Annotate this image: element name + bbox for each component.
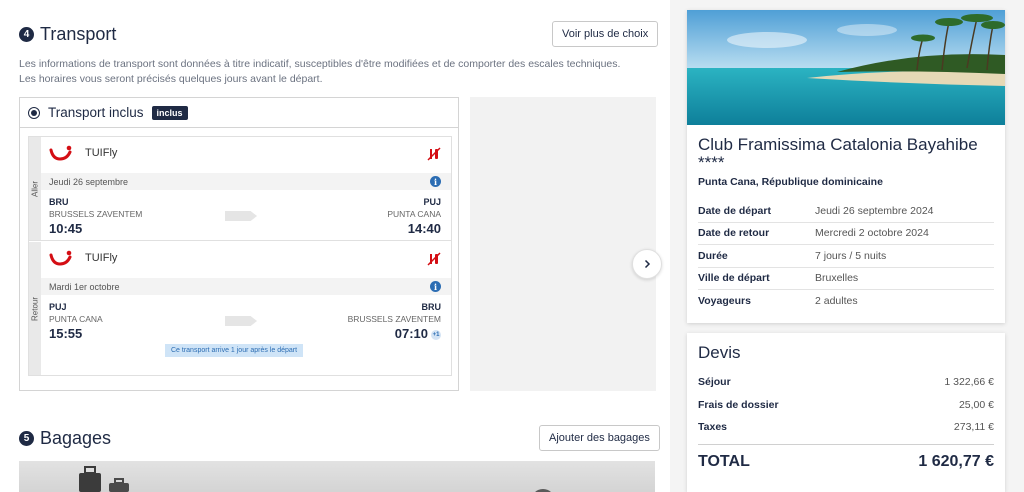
price-row-fees: Frais de dossier 25,00 €: [698, 399, 994, 411]
total-value: 1 620,77 €: [918, 453, 994, 470]
more-choices-button[interactable]: Voir plus de choix: [552, 21, 659, 47]
transport-radio[interactable]: [28, 106, 40, 119]
detail-row-travellers: Voyageurs 2 adultes: [698, 290, 994, 313]
departure-code: PUJ: [49, 302, 67, 312]
departure-city: PUNTA CANA: [49, 314, 103, 324]
detail-row-return-date: Date de retour Mercredi 2 octobre 2024: [698, 223, 994, 245]
price-value: 1 322,66 €: [944, 376, 994, 388]
total-label: TOTAL: [698, 453, 750, 470]
carrier-row: TUIFly: [49, 250, 117, 266]
main-content: 4 Transport Voir plus de choix Les infor…: [0, 0, 670, 492]
flight-legs: Aller TUIFly Jeudi 26 septembre i BRU BR…: [28, 136, 452, 376]
flight-arrow-icon: [225, 211, 257, 221]
no-meal-icon: [427, 252, 441, 266]
alternative-transport-placeholder: [470, 97, 656, 391]
departure-time: 10:45: [49, 221, 83, 236]
transport-option-card[interactable]: Transport inclus inclus Aller TUIFly Jeu…: [19, 97, 459, 391]
step-number-badge: 4: [19, 27, 34, 42]
carousel-next-button[interactable]: [632, 249, 662, 279]
total-row: TOTAL 1 620,77 €: [698, 453, 994, 471]
add-baggage-button[interactable]: Ajouter des bagages: [539, 425, 660, 451]
price-row-taxes: Taxes 273,11 €: [698, 421, 994, 433]
detail-value: 2 adultes: [815, 295, 858, 308]
bagages-title: Bagages: [40, 428, 112, 448]
price-row-stay: Séjour 1 322,66 €: [698, 376, 994, 388]
departure-code: BRU: [49, 197, 69, 207]
detail-row-departure-date: Date de départ Jeudi 26 septembre 2024: [698, 200, 994, 223]
arrival-city: BRUSSELS ZAVENTEM: [347, 314, 441, 324]
quote-title: Devis: [698, 343, 741, 362]
tui-logo-icon: [49, 250, 72, 266]
beach-photo-image: [687, 10, 1005, 125]
transport-section-title: 4 Transport: [19, 24, 116, 45]
chevron-right-icon: [644, 259, 651, 269]
outbound-side-label: Aller: [29, 137, 41, 240]
detail-value: Jeudi 26 septembre 2024: [815, 204, 934, 217]
return-date: Mardi 1er octobre: [41, 278, 451, 295]
hotel-photo: [687, 10, 1005, 125]
carrier-row: TUIFly: [49, 145, 117, 161]
arrival-code: BRU: [421, 302, 442, 312]
detail-row-duration: Durée 7 jours / 5 nuits: [698, 245, 994, 268]
transport-option-header[interactable]: Transport inclus inclus: [20, 98, 458, 128]
detail-value: Bruxelles: [815, 272, 859, 285]
outbound-leg: Aller TUIFly Jeudi 26 septembre i BRU BR…: [29, 137, 451, 241]
arrival-notice: Ce transport arrive 1 jour après le dépa…: [165, 344, 304, 357]
arrival-time: 07:10 +1: [394, 326, 441, 341]
return-leg: Retour TUIFly Mardi 1er octobre i PUJ PU…: [29, 242, 451, 375]
info-icon[interactable]: i: [430, 176, 441, 187]
detail-label: Voyageurs: [698, 295, 751, 308]
departure-time: 15:55: [49, 326, 83, 341]
flight-arrow-icon: [225, 316, 257, 326]
detail-label: Durée: [698, 249, 728, 262]
transport-option-label: Transport inclus: [48, 105, 144, 120]
detail-value: 7 jours / 5 nuits: [815, 249, 887, 262]
detail-label: Date de retour: [698, 227, 770, 240]
price-label: Frais de dossier: [698, 399, 779, 411]
no-meal-icon: [427, 147, 441, 161]
detail-label: Ville de départ: [698, 272, 770, 285]
arrival-code: PUJ: [423, 197, 441, 207]
departure-city: BRUSSELS ZAVENTEM: [49, 209, 143, 219]
price-value: 25,00 €: [958, 399, 994, 411]
price-label: Taxes: [698, 421, 727, 433]
bagages-section-title: 5 Bagages: [19, 428, 111, 449]
total-divider: [698, 444, 994, 445]
hotel-summary-card: Club Framissima Catalonia Bayahibe **** …: [687, 10, 1005, 323]
return-side-label: Retour: [29, 242, 41, 375]
day-offset-badge: +1: [431, 329, 441, 340]
hotel-name: Club Framissima Catalonia Bayahibe ****: [698, 135, 978, 172]
baggage-image: [19, 461, 655, 492]
detail-label: Date de départ: [698, 204, 771, 217]
carrier-name: TUIFly: [85, 252, 118, 264]
detail-row-departure-city: Ville de départ Bruxelles: [698, 268, 994, 290]
outbound-date: Jeudi 26 septembre: [41, 173, 451, 190]
transport-title: Transport: [40, 24, 117, 44]
price-value: 273,11 €: [953, 421, 994, 433]
included-badge: inclus: [151, 105, 188, 120]
suitcase-illustration: [79, 466, 551, 492]
carrier-name: TUIFly: [85, 147, 118, 159]
arrival-city: PUNTA CANA: [387, 209, 441, 219]
step-number-badge: 5: [19, 431, 34, 446]
info-icon[interactable]: i: [430, 281, 441, 292]
transport-disclaimer: Les informations de transport sont donné…: [19, 58, 621, 85]
quote-card: Devis Séjour 1 322,66 € Frais de dossier…: [687, 333, 1005, 492]
detail-value: Mercredi 2 octobre 2024: [815, 227, 929, 240]
hotel-location: Punta Cana, République dominicaine: [698, 176, 883, 188]
tui-logo-icon: [49, 145, 72, 161]
arrival-time: 14:40: [407, 221, 441, 236]
price-label: Séjour: [698, 376, 731, 388]
